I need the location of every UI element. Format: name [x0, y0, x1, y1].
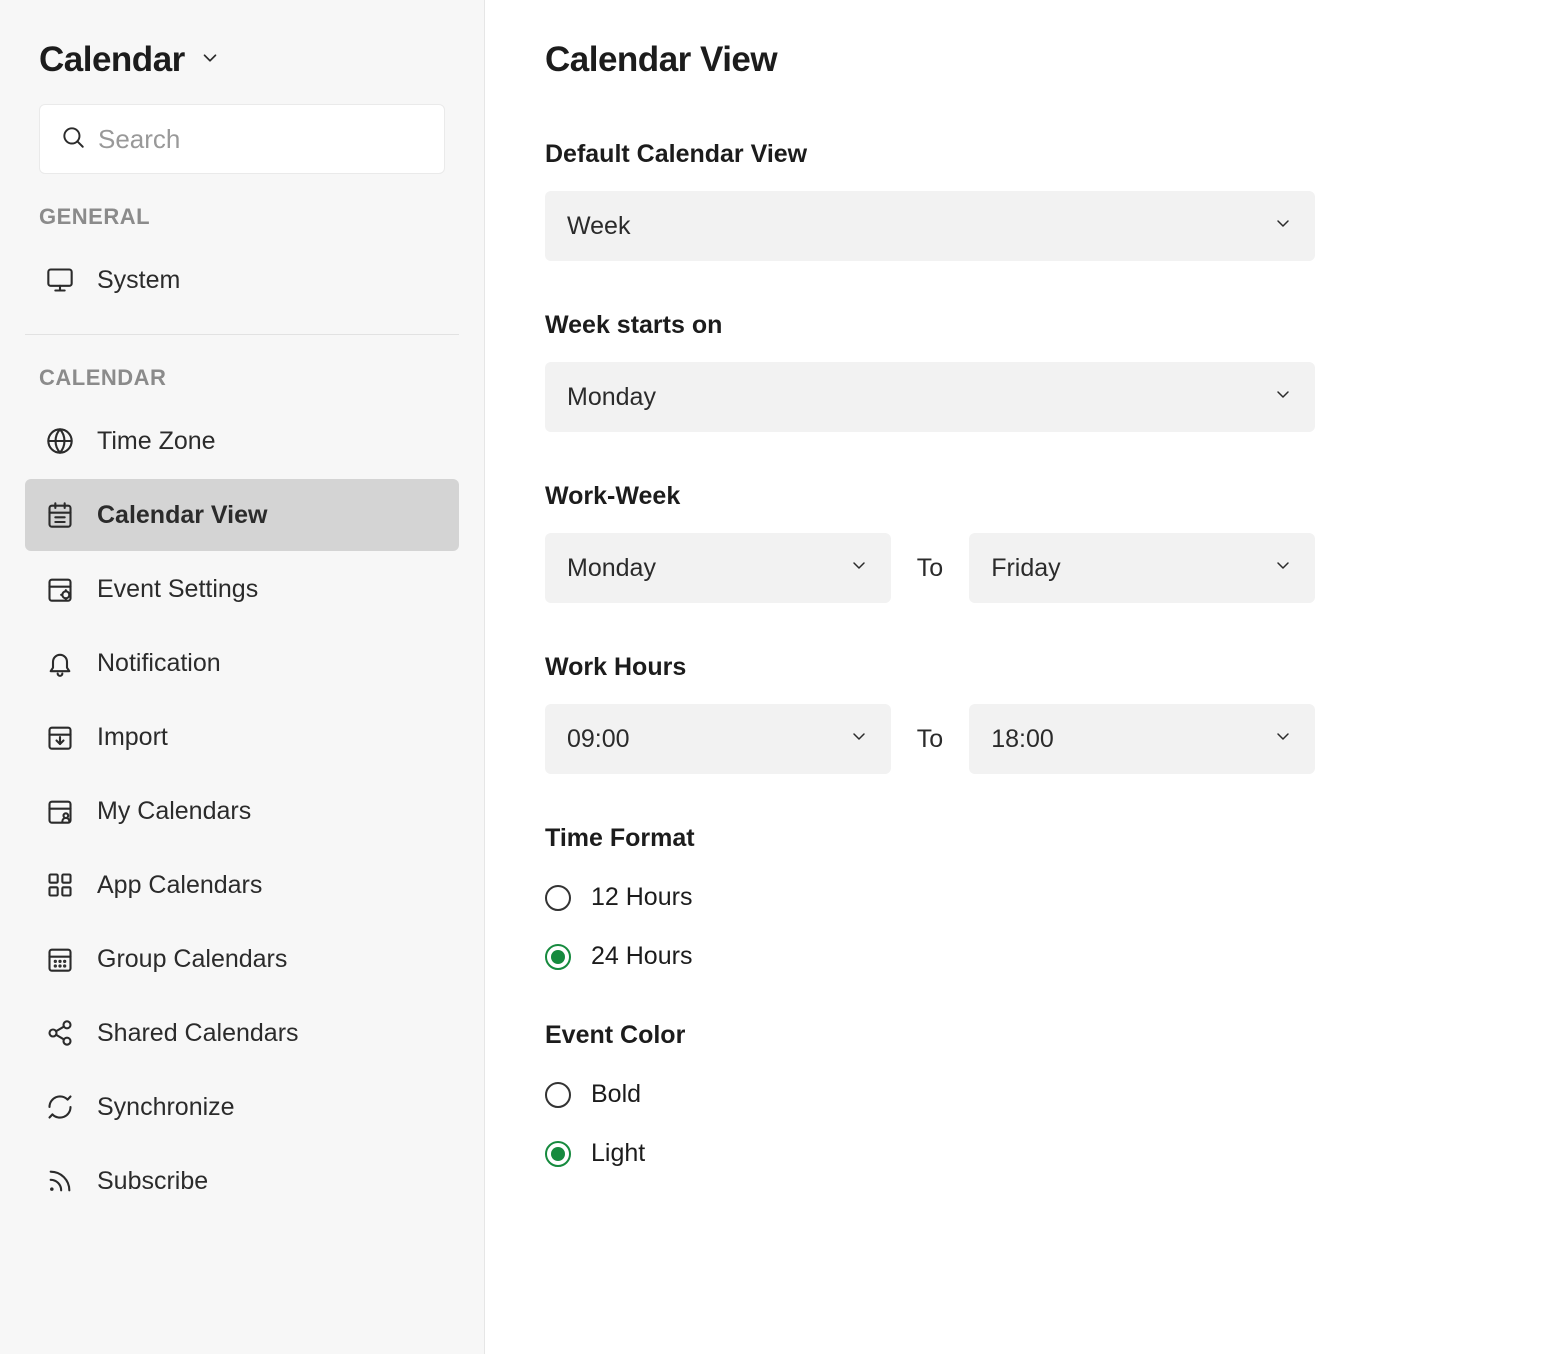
field-label-event-color: Event Color	[545, 1021, 1315, 1050]
sidebar-item-group-calendars[interactable]: Group Calendars	[25, 923, 459, 995]
radio-label: Bold	[591, 1080, 641, 1109]
chevron-down-icon	[849, 554, 869, 583]
sidebar-item-synchronize[interactable]: Synchronize	[25, 1071, 459, 1143]
radio-label: Light	[591, 1139, 645, 1168]
calendar-gear-icon	[45, 574, 75, 604]
select-value: Friday	[991, 554, 1060, 583]
field-label-default-view: Default Calendar View	[545, 140, 1315, 169]
select-value: Monday	[567, 383, 656, 412]
share-icon	[45, 1018, 75, 1048]
sidebar-item-event-settings[interactable]: Event Settings	[25, 553, 459, 625]
sidebar-item-label: App Calendars	[97, 871, 262, 900]
sidebar-item-label: Group Calendars	[97, 945, 287, 974]
field-default-view: Default Calendar View Week	[545, 140, 1315, 261]
sidebar-item-label: Import	[97, 723, 168, 752]
monitor-icon	[45, 265, 75, 295]
sidebar-item-subscribe[interactable]: Subscribe	[25, 1145, 459, 1217]
radio-dot-icon	[545, 1082, 571, 1108]
select-default-view[interactable]: Week	[545, 191, 1315, 261]
select-week-start[interactable]: Monday	[545, 362, 1315, 432]
sidebar-item-label: Notification	[97, 649, 221, 678]
nav-list-general: System	[25, 244, 459, 316]
radio-dot-icon	[545, 885, 571, 911]
select-value: 09:00	[567, 725, 630, 754]
rss-icon	[45, 1166, 75, 1196]
nav-list-calendar: Time Zone Calendar View Event Settings N…	[25, 405, 459, 1217]
sidebar-item-time-zone[interactable]: Time Zone	[25, 405, 459, 477]
sidebar-item-label: Synchronize	[97, 1093, 235, 1122]
radio-bold[interactable]: Bold	[545, 1080, 1315, 1109]
calendar-user-icon	[45, 796, 75, 826]
sidebar-item-calendar-view[interactable]: Calendar View	[25, 479, 459, 551]
field-event-color: Event Color Bold Light	[545, 1021, 1315, 1168]
sidebar-item-label: Shared Calendars	[97, 1019, 299, 1048]
sidebar-item-my-calendars[interactable]: My Calendars	[25, 775, 459, 847]
radio-label: 24 Hours	[591, 942, 692, 971]
field-label-time-format: Time Format	[545, 824, 1315, 853]
section-label-general: GENERAL	[25, 204, 459, 242]
chevron-down-icon	[1273, 212, 1293, 241]
chevron-down-icon	[199, 47, 221, 74]
radio-dot-icon	[545, 1141, 571, 1167]
radio-light[interactable]: Light	[545, 1139, 1315, 1168]
field-work-week: Work-Week Monday To Friday	[545, 482, 1315, 603]
calendar-view-icon	[45, 500, 75, 530]
section-divider	[25, 334, 459, 335]
main-content: Calendar View Default Calendar View Week…	[485, 0, 1552, 1354]
sidebar-item-import[interactable]: Import	[25, 701, 459, 773]
select-work-week-to[interactable]: Friday	[969, 533, 1315, 603]
page-title: Calendar View	[545, 40, 1492, 80]
radio-label: 12 Hours	[591, 883, 692, 912]
select-work-week-from[interactable]: Monday	[545, 533, 891, 603]
sync-icon	[45, 1092, 75, 1122]
section-label-calendar: CALENDAR	[25, 365, 459, 403]
range-separator: To	[917, 554, 943, 583]
chevron-down-icon	[1273, 554, 1293, 583]
select-work-hours-to[interactable]: 18:00	[969, 704, 1315, 774]
sidebar-item-label: Subscribe	[97, 1167, 208, 1196]
sidebar-item-notification[interactable]: Notification	[25, 627, 459, 699]
sidebar-item-system[interactable]: System	[25, 244, 459, 316]
select-value: Week	[567, 212, 630, 241]
sidebar: Calendar GENERAL System CALENDAR	[0, 0, 485, 1354]
radio-12-hours[interactable]: 12 Hours	[545, 883, 1315, 912]
select-value: 18:00	[991, 725, 1054, 754]
sidebar-item-app-calendars[interactable]: App Calendars	[25, 849, 459, 921]
calendar-grid-icon	[45, 944, 75, 974]
search-input[interactable]	[98, 124, 433, 155]
chevron-down-icon	[1273, 383, 1293, 412]
field-time-format: Time Format 12 Hours 24 Hours	[545, 824, 1315, 971]
chevron-down-icon	[849, 725, 869, 754]
sidebar-item-label: My Calendars	[97, 797, 251, 826]
apps-icon	[45, 870, 75, 900]
field-label-week-start: Week starts on	[545, 311, 1315, 340]
radio-dot-icon	[545, 944, 571, 970]
globe-icon	[45, 426, 75, 456]
sidebar-item-shared-calendars[interactable]: Shared Calendars	[25, 997, 459, 1069]
select-value: Monday	[567, 554, 656, 583]
bell-icon	[45, 648, 75, 678]
sidebar-item-label: Event Settings	[97, 575, 258, 604]
chevron-down-icon	[1273, 725, 1293, 754]
radio-24-hours[interactable]: 24 Hours	[545, 942, 1315, 971]
field-label-work-hours: Work Hours	[545, 653, 1315, 682]
sidebar-item-label: Calendar View	[97, 501, 267, 530]
field-work-hours: Work Hours 09:00 To 18:00	[545, 653, 1315, 774]
sidebar-item-label: Time Zone	[97, 427, 216, 456]
range-separator: To	[917, 725, 943, 754]
sidebar-item-label: System	[97, 266, 180, 295]
field-label-work-week: Work-Week	[545, 482, 1315, 511]
import-icon	[45, 722, 75, 752]
sidebar-title-dropdown[interactable]: Calendar	[25, 40, 235, 104]
select-work-hours-from[interactable]: 09:00	[545, 704, 891, 774]
field-week-start: Week starts on Monday	[545, 311, 1315, 432]
search-input-container[interactable]	[39, 104, 445, 174]
search-icon	[60, 124, 86, 155]
sidebar-title-label: Calendar	[39, 40, 185, 80]
